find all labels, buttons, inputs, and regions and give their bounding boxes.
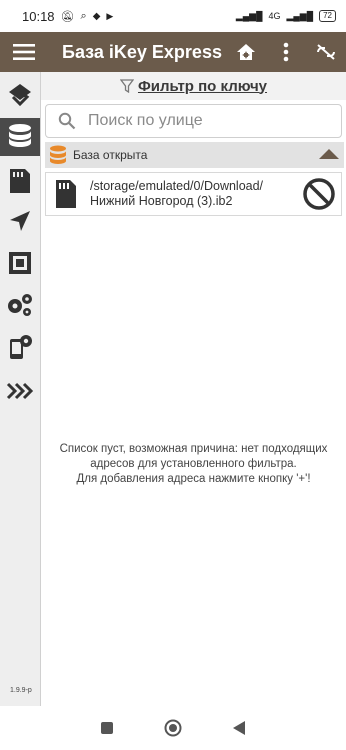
block-icon [303, 178, 335, 210]
unlink-button[interactable] [306, 44, 346, 60]
more-vert-icon [283, 42, 289, 62]
sidebar-item-settings[interactable] [0, 288, 40, 322]
sidebar-item-database[interactable] [0, 118, 40, 156]
chevrons-right-icon [6, 382, 34, 400]
database-section-header[interactable]: База открыта [45, 142, 344, 168]
recent-apps-icon[interactable] [100, 721, 114, 735]
navigation-icon [10, 211, 30, 231]
home-button[interactable] [226, 43, 266, 61]
search-input[interactable] [86, 111, 320, 131]
signal-icon-2: ▂▄▆█ [286, 10, 314, 21]
database-status-label: База открыта [73, 148, 148, 162]
system-navigation-bar [0, 706, 346, 750]
gears-icon [8, 294, 32, 316]
database-icon [50, 145, 66, 164]
database-icon [9, 124, 31, 147]
filter-icon [119, 79, 134, 93]
search-icon [58, 112, 76, 130]
battery-indicator: 72 [319, 10, 336, 22]
sidebar-item-navigation[interactable] [0, 204, 40, 238]
link-off-icon [317, 44, 335, 60]
menu-button[interactable] [0, 43, 48, 61]
mute-icon: 🔕︎ [60, 10, 75, 23]
hamburger-icon [13, 44, 35, 60]
empty-list-message: Список пуст, возможная причина: нет подх… [41, 442, 346, 487]
sidebar-item-sdcard[interactable] [0, 164, 40, 198]
sidebar: 1.9.9-p [0, 72, 41, 706]
layers-icon [9, 84, 31, 107]
network-label: 4G [268, 11, 281, 21]
sidebar-item-device-settings[interactable] [0, 330, 40, 364]
sd-card-icon [10, 169, 30, 193]
play-icon: ▶ [106, 10, 114, 21]
home-icon [237, 44, 255, 60]
back-icon[interactable] [232, 720, 246, 736]
search-status-icon: ⌕ [80, 9, 87, 22]
sidebar-item-layers[interactable] [0, 78, 40, 112]
status-bar: 10:18 🔕︎ ⌕ ◆ ▶ ▂▄▆█ 4G ▂▄▆█ 72 [0, 0, 346, 32]
search-box[interactable] [45, 104, 342, 138]
database-file-path: /storage/emulated/0/Download/ Нижний Нов… [90, 179, 264, 208]
sd-card-icon [56, 180, 76, 208]
home-nav-icon[interactable] [164, 719, 182, 737]
filter-label[interactable]: Фильтр по ключу [138, 78, 267, 95]
filter-bar[interactable]: Фильтр по ключу [41, 72, 346, 100]
collapse-icon[interactable] [318, 148, 340, 160]
empty-message-text: Список пуст, возможная причина: нет подх… [59, 443, 328, 485]
signal-icon: ▂▄▆█ [235, 10, 263, 21]
close-database-button[interactable] [297, 177, 341, 211]
sidebar-item-chip[interactable] [0, 246, 40, 280]
game-icon: ◆ [92, 10, 101, 22]
chip-icon [9, 252, 31, 274]
sidebar-item-forward[interactable] [0, 374, 40, 408]
device-settings-icon [10, 335, 32, 359]
database-file-item[interactable]: /storage/emulated/0/Download/ Нижний Нов… [45, 172, 342, 216]
status-time: 10:18 [22, 8, 55, 24]
more-button[interactable] [266, 42, 306, 62]
app-bar: База iKey Express [0, 32, 346, 72]
version-label: 1.9.9-p [10, 687, 32, 694]
app-title: База iKey Express [62, 41, 222, 62]
